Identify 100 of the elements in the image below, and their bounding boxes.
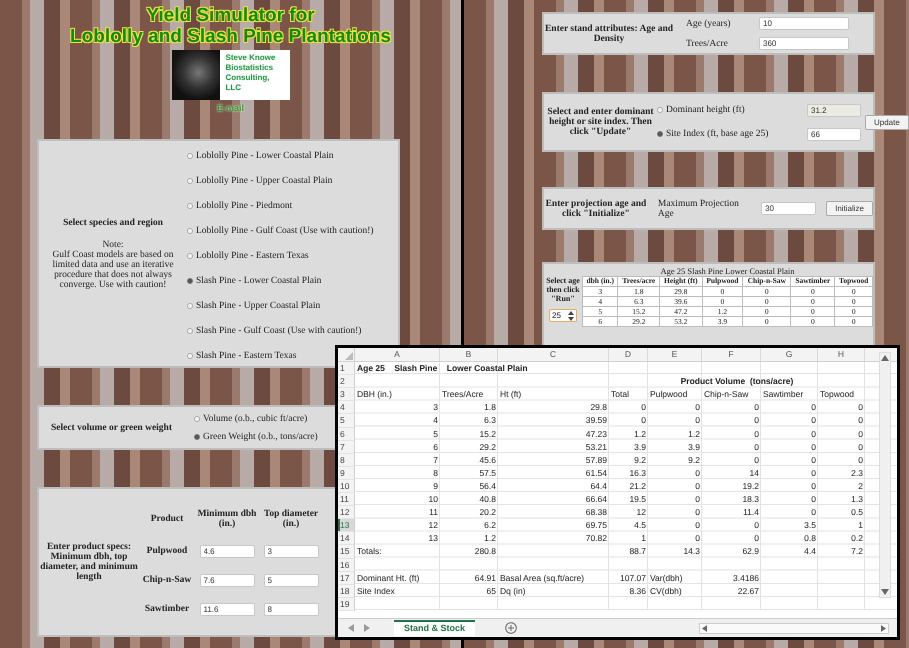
table-cell-text: 57.89 [584, 454, 608, 467]
column-header[interactable]: E [648, 348, 702, 362]
table-cell-text: Site Index [356, 584, 396, 598]
section-label: Enter projection age and click "Initialize" [544, 198, 648, 218]
column-header[interactable]: H [818, 348, 865, 362]
table-cell-text: 7 [432, 454, 439, 467]
spinner-arrows-icon [568, 310, 574, 322]
row-number[interactable]: 12 [338, 506, 355, 520]
scroll-right-icon[interactable] [881, 624, 886, 632]
table-cell-text: Dq (in) [499, 584, 527, 598]
site-field[interactable]: 66 [807, 128, 861, 140]
table-cell-text: 0 [810, 506, 817, 520]
table-cell-text: 3 [432, 401, 439, 414]
table-cell-text: 0 [857, 401, 864, 414]
table-cell-text: 1.8 [483, 401, 497, 414]
row-number[interactable]: 14 [338, 532, 355, 546]
min-dbh-field[interactable]: 4.6 [200, 544, 254, 558]
table-cell-text: Topwood [819, 388, 856, 402]
scroll-left-icon[interactable] [702, 624, 707, 632]
table-cell-text: 0 [694, 414, 701, 428]
row-number[interactable]: 11 [338, 493, 355, 506]
row-number[interactable]: 7 [338, 440, 355, 454]
row-number[interactable]: 5 [338, 414, 355, 428]
logo-photo-placeholder [172, 50, 220, 100]
table-cell-text: 6.2 [483, 519, 497, 532]
species-option[interactable]: Slash Pine - Gulf Coast (Use with caution!) [187, 318, 362, 343]
scroll-down-icon[interactable] [881, 589, 889, 595]
table-cell-text: 12 [428, 519, 439, 532]
company-logo-text: Steve Knowe Biostatistics Consulting, LLC [220, 50, 290, 100]
scroll-up-icon[interactable] [881, 355, 889, 361]
stand-field[interactable]: 360 [759, 37, 849, 50]
row-number[interactable]: 1 [338, 362, 355, 376]
column-header[interactable]: F [702, 348, 761, 362]
species-option[interactable]: Loblolly Pine - Gulf Coast (Use with caution!) [187, 218, 374, 243]
min-dbh-field[interactable]: 7.6 [200, 574, 254, 586]
vertical-scrollbar[interactable] [879, 352, 891, 598]
table-cell-text: 0 [810, 440, 817, 454]
note-title: Note: [102, 240, 124, 250]
row-number[interactable]: 4 [338, 401, 355, 414]
sheet-tab[interactable]: Stand & Stock [394, 620, 476, 636]
table-cell-text: Var(dbh) [649, 572, 684, 585]
measure-option[interactable]: Volume (o.b., cubic ft/acre) [194, 410, 308, 428]
table-cell-text: 3.4186 [732, 572, 760, 585]
top-diameter-field[interactable]: 3 [264, 544, 318, 558]
section-label: Select volume or green weight [50, 422, 173, 432]
row-number[interactable]: 3 [338, 388, 355, 402]
row-number[interactable]: 6 [338, 428, 355, 441]
stand-field[interactable]: 10 [759, 17, 849, 30]
species-option[interactable]: Slash Pine - Lower Coastal Plain [187, 268, 322, 293]
row-number[interactable]: 17 [338, 572, 355, 585]
update-button[interactable]: Update [865, 114, 909, 130]
column-header[interactable]: A [355, 348, 440, 362]
measure-option[interactable]: Green Weight (o.b., tons/acre) [194, 428, 318, 446]
table-cell-text: CV(dbh) [649, 584, 683, 598]
row-number[interactable]: 8 [338, 454, 355, 467]
site-option[interactable]: Dominant height (ft) [657, 101, 745, 119]
site-field[interactable]: 31.2 [807, 104, 861, 116]
top-diameter-field[interactable]: 5 [264, 574, 318, 586]
projection-age-field[interactable]: 30 [761, 202, 816, 215]
species-option[interactable]: Loblolly Pine - Piedmont [187, 193, 292, 218]
row-number[interactable]: 15 [338, 545, 355, 558]
top-diameter-field[interactable]: 8 [264, 602, 318, 616]
table-cell-text: 4 [432, 414, 439, 428]
table-cell-text: 47.23 [584, 428, 608, 441]
table-cell-text: 0 [694, 532, 701, 546]
table-title: Age 25 Slash Pine Lower Coastal Plain [659, 266, 796, 276]
table-cell-text: 0 [694, 493, 701, 506]
table-cell-text: 64.4 [589, 480, 608, 493]
field-label: Age (years) [686, 18, 731, 28]
species-option[interactable]: Loblolly Pine - Upper Coastal Plain [187, 168, 332, 193]
row-number[interactable]: 9 [338, 466, 355, 480]
horizontal-scrollbar[interactable] [699, 622, 889, 634]
table-cell-text: 56.4 [478, 480, 497, 493]
row-number[interactable]: 2 [338, 375, 355, 388]
row-number[interactable]: 10 [338, 480, 355, 494]
row-number[interactable]: 13 [338, 519, 355, 532]
species-option[interactable]: Slash Pine - Eastern Texas [187, 343, 296, 368]
table-cell-text: 0 [753, 532, 760, 546]
species-option[interactable]: Slash Pine - Upper Coastal Plain [187, 293, 320, 318]
column-header[interactable]: B [440, 348, 498, 362]
column-header: Top diameter (in.) [262, 508, 320, 528]
table-cell-text: 40.8 [478, 493, 497, 506]
table-cell-text: 6 [432, 440, 439, 454]
age-spinner[interactable]: 25 [549, 309, 577, 322]
column-header[interactable]: D [609, 348, 648, 362]
table-cell-text: 57.5 [478, 466, 497, 480]
row-number[interactable]: 18 [338, 584, 355, 598]
row-number[interactable]: 19 [338, 598, 355, 611]
row-number[interactable]: 16 [338, 558, 355, 572]
column-header[interactable]: C [498, 348, 609, 362]
min-dbh-field[interactable]: 11.6 [200, 602, 254, 616]
species-option[interactable]: Loblolly Pine - Eastern Texas [187, 243, 309, 268]
initialize-button[interactable]: Initialize [826, 201, 873, 216]
species-option[interactable]: Loblolly Pine - Lower Coastal Plain [187, 143, 334, 168]
site-option[interactable]: Site Index (ft, base age 25) [657, 125, 768, 143]
table-cell-text: 21.2 [628, 480, 647, 493]
table-cell-text: 13 [428, 532, 439, 546]
add-sheet-icon[interactable] [505, 622, 518, 634]
column-header[interactable]: G [761, 348, 818, 362]
section-label: Select age then click "Run" [545, 276, 581, 303]
